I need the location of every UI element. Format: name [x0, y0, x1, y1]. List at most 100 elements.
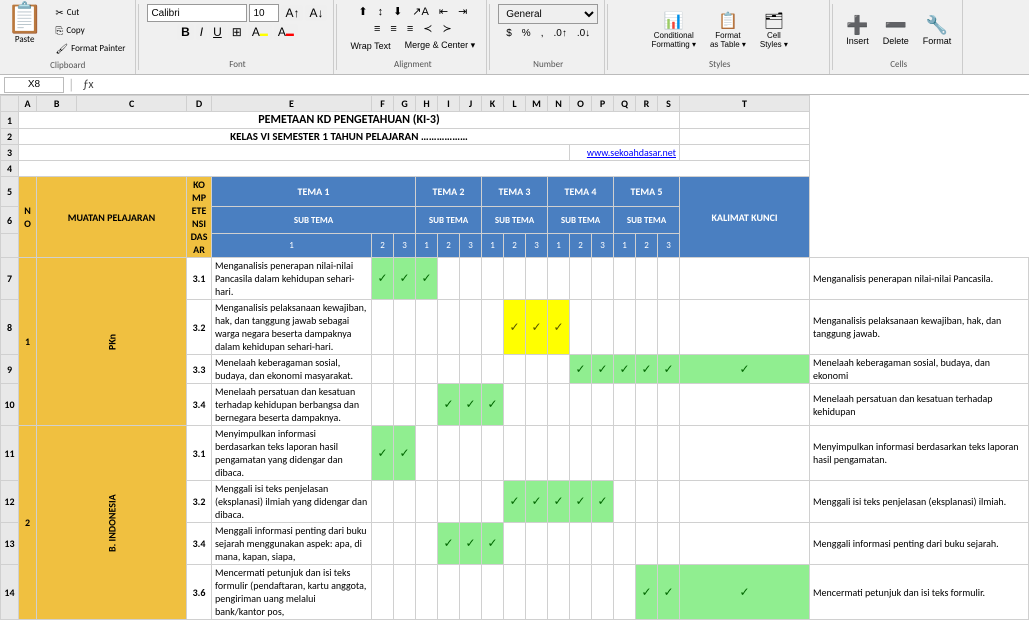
copy-button[interactable]: ⎘ Copy — [51, 22, 129, 39]
cell-10-11[interactable] — [592, 384, 614, 426]
cell-11-3[interactable] — [416, 426, 438, 481]
cell-8-2[interactable] — [394, 300, 416, 355]
cell-7-9[interactable] — [548, 258, 570, 300]
cut-button[interactable]: ✂ Cut — [51, 4, 129, 21]
cell-13-13[interactable] — [636, 523, 658, 565]
cell-10-13[interactable] — [636, 384, 658, 426]
kalimat-13[interactable]: Menggali informasi penting dari buku sej… — [810, 523, 1029, 565]
cell-10-10[interactable] — [570, 384, 592, 426]
col-header-S[interactable]: S — [658, 96, 680, 112]
cell-10-12[interactable] — [614, 384, 636, 426]
col-header-D[interactable]: D — [187, 96, 212, 112]
align-top-button[interactable]: ⬆ — [354, 4, 371, 19]
subtitle-cell[interactable]: KELAS VI SEMESTER 1 TAHUN PELAJARAN …………… — [19, 129, 680, 145]
col-header-B[interactable]: B — [37, 96, 77, 112]
kalimat-9[interactable]: Menelaah keberagaman sosial, budaya, dan… — [810, 355, 1029, 384]
check-7-3[interactable]: ✓ — [416, 258, 438, 300]
check-14-15[interactable]: ✓ — [680, 565, 810, 620]
comma-button[interactable]: , — [537, 26, 548, 41]
cell-11-11[interactable] — [592, 426, 614, 481]
check-8-9[interactable]: ✓ — [548, 300, 570, 355]
cell-9-2[interactable] — [394, 355, 416, 384]
increase-decimal-button[interactable]: .0↑ — [549, 26, 570, 41]
cell-13-12[interactable] — [614, 523, 636, 565]
cell-7-5[interactable] — [460, 258, 482, 300]
cell-11-5[interactable] — [460, 426, 482, 481]
align-right-button[interactable]: ≡ — [403, 21, 417, 36]
cell-14-5[interactable] — [460, 565, 482, 620]
paste-button[interactable]: 📋 Paste — [6, 4, 43, 57]
cell-12-4[interactable] — [438, 481, 460, 523]
kd-b-3-2[interactable]: 3.2 — [187, 481, 212, 523]
col-header-Q[interactable]: Q — [614, 96, 636, 112]
cell-8-14[interactable] — [658, 300, 680, 355]
kalimat-11[interactable]: Menyimpulkan informasi berdasarkan teks … — [810, 426, 1029, 481]
cell-7-10[interactable] — [570, 258, 592, 300]
cell-10-8[interactable] — [526, 384, 548, 426]
col-header-L[interactable]: L — [504, 96, 526, 112]
check-7-2[interactable]: ✓ — [394, 258, 416, 300]
cell-7-6[interactable] — [482, 258, 504, 300]
kalimat-7[interactable]: Menganalisis penerapan nilai-nilai Panca… — [810, 258, 1029, 300]
function-icon[interactable]: ƒx — [78, 77, 97, 93]
check-8-7[interactable]: ✓ — [504, 300, 526, 355]
cell-12-6[interactable] — [482, 481, 504, 523]
col-header-P[interactable]: P — [592, 96, 614, 112]
cell-12-13[interactable] — [636, 481, 658, 523]
cell-12-1[interactable] — [372, 481, 394, 523]
check-7-1[interactable]: ✓ — [372, 258, 394, 300]
font-name-input[interactable] — [147, 4, 247, 22]
cell-11-9[interactable] — [548, 426, 570, 481]
cell-13-11[interactable] — [592, 523, 614, 565]
cell-13-1[interactable] — [372, 523, 394, 565]
col-header-T[interactable]: T — [680, 96, 810, 112]
cell-14-9[interactable] — [548, 565, 570, 620]
cell-13-10[interactable] — [570, 523, 592, 565]
cell-7-12[interactable] — [614, 258, 636, 300]
cell-7-7[interactable] — [504, 258, 526, 300]
check-9-10[interactable]: ✓ — [570, 355, 592, 384]
cell-13-14[interactable] — [658, 523, 680, 565]
format-painter-button[interactable]: 🖌 Format Painter — [51, 40, 129, 57]
decrease-font-button[interactable]: A↓ — [305, 5, 327, 21]
kd-text-12[interactable]: Menggali isi teks penjelasan (eksplanasi… — [212, 481, 372, 523]
cell-9-6[interactable] — [482, 355, 504, 384]
cell-12-15[interactable] — [680, 481, 810, 523]
kd-b-3-1[interactable]: 3.1 — [187, 426, 212, 481]
check-13-4[interactable]: ✓ — [438, 523, 460, 565]
cell-T1[interactable] — [680, 112, 810, 129]
indent-right-button[interactable]: ⇥ — [454, 4, 471, 19]
decrease-indent-button[interactable]: ≺ — [419, 21, 436, 36]
cell-9-9[interactable] — [548, 355, 570, 384]
cell-10-3[interactable] — [416, 384, 438, 426]
check-8-8[interactable]: ✓ — [526, 300, 548, 355]
check-9-13[interactable]: ✓ — [636, 355, 658, 384]
cell-10-14[interactable] — [658, 384, 680, 426]
cell-9-7[interactable] — [504, 355, 526, 384]
cell-9-4[interactable] — [438, 355, 460, 384]
col-header-F[interactable]: F — [372, 96, 394, 112]
cell-8-13[interactable] — [636, 300, 658, 355]
cell-11-13[interactable] — [636, 426, 658, 481]
increase-font-button[interactable]: A↑ — [281, 5, 303, 21]
check-11-1[interactable]: ✓ — [372, 426, 394, 481]
cell-14-12[interactable] — [614, 565, 636, 620]
cell-11-14[interactable] — [658, 426, 680, 481]
cell-13-15[interactable] — [680, 523, 810, 565]
cell-9-5[interactable] — [460, 355, 482, 384]
cell-8-12[interactable] — [614, 300, 636, 355]
check-9-14[interactable]: ✓ — [658, 355, 680, 384]
insert-button[interactable]: ➕ Insert — [841, 12, 874, 49]
kalimat-12[interactable]: Menggali isi teks penjelasan (eksplanasi… — [810, 481, 1029, 523]
kd-text-10[interactable]: Menelaah persatuan dan kesatuan terhadap… — [212, 384, 372, 426]
align-center-button[interactable]: ≡ — [386, 21, 400, 36]
cell-9-1[interactable] — [372, 355, 394, 384]
align-left-button[interactable]: ≡ — [370, 21, 384, 36]
indent-left-button[interactable]: ⇤ — [435, 4, 452, 19]
cell-13-7[interactable] — [504, 523, 526, 565]
cell-11-7[interactable] — [504, 426, 526, 481]
decrease-decimal-button[interactable]: .0↓ — [573, 26, 594, 41]
kd-text-9[interactable]: Menelaah keberagaman sosial, budaya, dan… — [212, 355, 372, 384]
cell-8-15[interactable] — [680, 300, 810, 355]
italic-button[interactable]: I — [196, 24, 207, 40]
